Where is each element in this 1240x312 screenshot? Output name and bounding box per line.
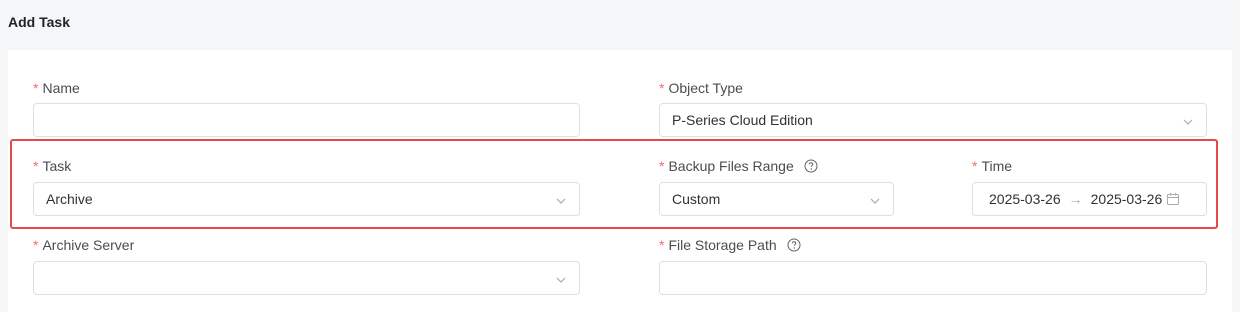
time-label-text: Time xyxy=(981,158,1013,174)
task-value: Archive xyxy=(46,191,93,207)
chevron-down-icon xyxy=(556,277,566,283)
page-title: Add Task xyxy=(8,14,70,30)
required-mark: * xyxy=(33,158,39,174)
chevron-down-icon xyxy=(870,198,880,204)
required-mark: * xyxy=(659,158,665,174)
object-type-value: P-Series Cloud Edition xyxy=(672,112,813,128)
required-mark: * xyxy=(33,80,39,96)
task-select[interactable]: Archive xyxy=(33,182,580,216)
question-circle-icon[interactable] xyxy=(787,238,801,252)
name-label-text: Name xyxy=(42,80,80,96)
time-end-value[interactable]: 2025-03-26 xyxy=(1091,191,1163,207)
range-separator: → xyxy=(1068,191,1083,207)
required-mark: * xyxy=(659,80,665,96)
calendar-icon[interactable] xyxy=(1166,192,1180,206)
archive-server-label-text: Archive Server xyxy=(42,237,135,253)
backup-files-range-value: Custom xyxy=(672,191,721,207)
object-type-label: * Object Type xyxy=(659,80,743,96)
required-mark: * xyxy=(659,237,665,253)
time-start-value[interactable]: 2025-03-26 xyxy=(989,191,1061,207)
name-input[interactable] xyxy=(33,103,580,137)
name-label: * Name xyxy=(33,80,80,96)
chevron-down-icon xyxy=(1183,119,1193,125)
file-storage-path-input[interactable] xyxy=(659,261,1207,295)
archive-server-label: * Archive Server xyxy=(33,237,134,253)
object-type-label-text: Object Type xyxy=(668,80,743,96)
backup-files-range-label: * Backup Files Range xyxy=(659,158,818,174)
question-circle-icon[interactable] xyxy=(804,159,818,173)
task-label: * Task xyxy=(33,158,71,174)
file-storage-path-label-text: File Storage Path xyxy=(668,237,777,253)
time-range-picker[interactable]: 2025-03-26 → 2025-03-26 xyxy=(972,182,1207,216)
backup-files-range-label-text: Backup Files Range xyxy=(668,158,794,174)
required-mark: * xyxy=(33,237,39,253)
required-mark: * xyxy=(972,158,978,174)
file-storage-path-label: * File Storage Path xyxy=(659,237,801,253)
archive-server-select[interactable] xyxy=(33,261,580,295)
time-label: * Time xyxy=(972,158,1012,174)
backup-files-range-select[interactable]: Custom xyxy=(659,182,894,216)
task-label-text: Task xyxy=(42,158,72,174)
object-type-select[interactable]: P-Series Cloud Edition xyxy=(659,103,1207,137)
chevron-down-icon xyxy=(556,198,566,204)
